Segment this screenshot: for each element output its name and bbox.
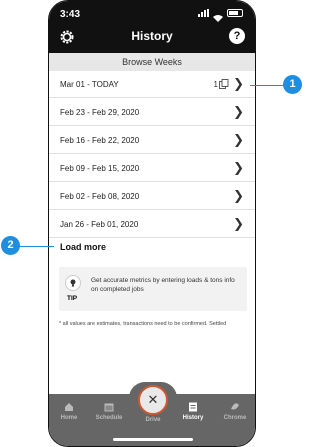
drive-button[interactable]: ✕ [138, 385, 168, 415]
steering-wheel-icon: ✕ [147, 392, 159, 407]
phone-frame: 3:43 History ? Browse Weeks Mar 01 - TOD… [48, 0, 256, 447]
lightbulb-icon [65, 275, 81, 291]
footnote: * all values are estimates, transactions… [59, 321, 227, 327]
tip-box: TIP Get accurate metrics by entering loa… [59, 267, 247, 311]
copy-icon [219, 79, 229, 89]
battery-icon [227, 9, 243, 17]
week-label: Jan 26 - Feb 01, 2020 [60, 220, 139, 229]
section-heading: Browse Weeks [49, 53, 255, 71]
tab-label: Schedule [95, 415, 123, 421]
chevron-right-icon: ❯ [233, 160, 244, 175]
tab-home[interactable]: Home [49, 402, 89, 421]
chevron-right-icon: ❯ [233, 188, 244, 203]
chevron-right-icon: ❯ [233, 76, 244, 91]
week-label: Mar 01 - TODAY [60, 80, 119, 89]
week-row[interactable]: Feb 02 - Feb 08, 2020 ❯ [49, 183, 255, 210]
home-icon [64, 402, 74, 412]
load-more-link[interactable]: Load more [60, 242, 106, 252]
chevron-right-icon: ❯ [233, 132, 244, 147]
tab-label: Chrome [223, 415, 247, 421]
callout-line [16, 246, 54, 247]
week-label: Feb 09 - Feb 15, 2020 [60, 164, 140, 173]
week-count: 1 [213, 80, 218, 89]
calendar-icon [104, 402, 114, 412]
callout-badge-1: 1 [283, 75, 302, 94]
top-bar: 3:43 History ? [49, 1, 255, 53]
tab-label: History [182, 415, 204, 421]
week-label: Feb 16 - Feb 22, 2020 [60, 136, 140, 145]
week-row[interactable]: Feb 23 - Feb 29, 2020 ❯ [49, 99, 255, 126]
tip-text: Get accurate metrics by entering loads &… [91, 277, 235, 293]
home-indicator [113, 438, 193, 441]
help-button[interactable]: ? [229, 28, 245, 44]
tab-history[interactable]: History [173, 402, 213, 421]
chrome-icon [230, 402, 240, 412]
chevron-right-icon: ❯ [233, 104, 244, 119]
week-row[interactable]: Feb 09 - Feb 15, 2020 ❯ [49, 155, 255, 182]
week-row[interactable]: Mar 01 - TODAY 1 ❯ [49, 71, 255, 98]
week-label: Feb 23 - Feb 29, 2020 [60, 108, 140, 117]
signal-icon [198, 9, 209, 17]
history-icon [188, 402, 198, 412]
tab-chrome[interactable]: Chrome [215, 402, 255, 421]
tab-label: Home [60, 415, 78, 421]
tab-schedule[interactable]: Schedule [89, 402, 129, 421]
week-label: Feb 02 - Feb 08, 2020 [60, 192, 140, 201]
status-icons [198, 9, 243, 22]
tip-label: TIP [67, 295, 78, 302]
tab-drive[interactable]: Drive [133, 417, 173, 423]
callout-badge-2: 2 [1, 236, 20, 255]
status-time: 3:43 [60, 9, 81, 20]
chevron-right-icon: ❯ [233, 216, 244, 231]
week-row[interactable]: Jan 26 - Feb 01, 2020 ❯ [49, 211, 255, 238]
tab-label: Drive [145, 417, 161, 423]
week-row[interactable]: Feb 16 - Feb 22, 2020 ❯ [49, 127, 255, 154]
wifi-icon [213, 9, 223, 22]
page-title: History [131, 29, 173, 43]
callout-line [250, 85, 284, 86]
